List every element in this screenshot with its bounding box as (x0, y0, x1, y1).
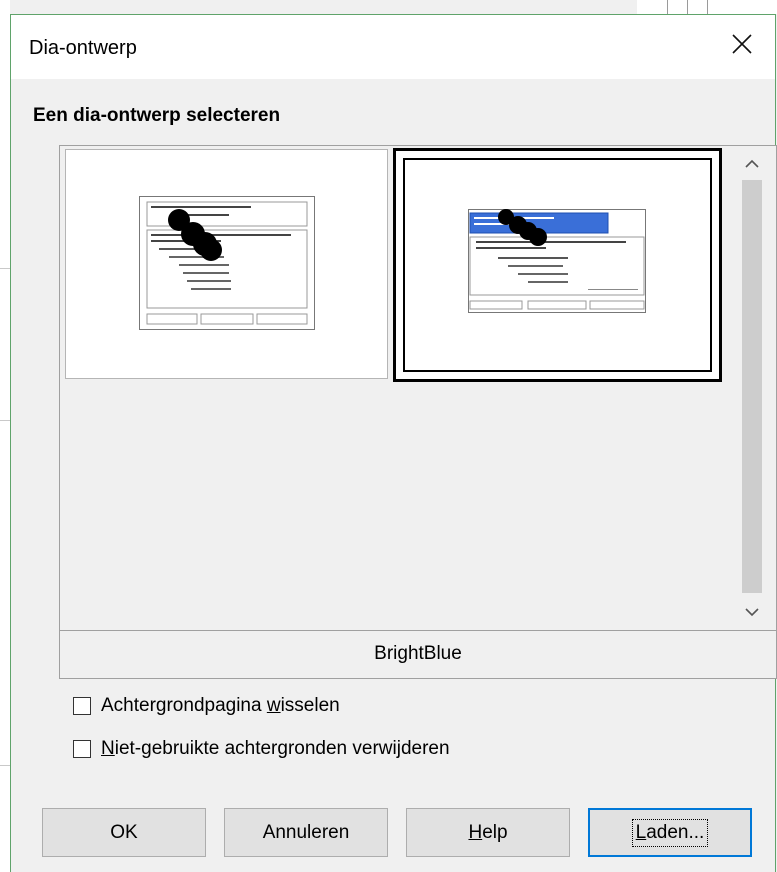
swap-background-checkbox[interactable] (73, 697, 91, 715)
dialog-titlebar: Dia-ontwerp (11, 15, 775, 79)
ok-button-label: OK (110, 821, 138, 843)
cancel-button-label: Annuleren (262, 821, 350, 843)
chevron-down-icon (745, 607, 759, 616)
design-thumbnail-brightblue[interactable] (393, 148, 722, 382)
cancel-button[interactable]: Annuleren (224, 808, 388, 857)
design-thumbnail-default[interactable] (65, 149, 388, 379)
delete-unused-backgrounds-option[interactable]: Niet-gebruikte achtergronden verwijderen (73, 738, 450, 760)
design-gallery: BrightBlue (59, 145, 777, 679)
slide-preview (139, 196, 315, 330)
section-label: Een dia-ontwerp selecteren (33, 105, 281, 126)
close-icon (732, 34, 752, 54)
swap-background-option[interactable]: Achtergrondpagina wisselen (73, 695, 340, 717)
load-button-label: Laden... (631, 818, 709, 847)
slide-preview (468, 209, 646, 313)
scroll-up-button[interactable] (728, 146, 776, 180)
dialog-title: Dia-ontwerp (29, 37, 137, 59)
help-button[interactable]: Help (406, 808, 570, 857)
background-window-edge (0, 0, 10, 872)
scroll-thumb[interactable] (742, 180, 762, 593)
delete-unused-backgrounds-checkbox[interactable] (73, 740, 91, 758)
close-button[interactable] (711, 15, 775, 79)
selected-design-name: BrightBlue (60, 630, 776, 678)
ok-button[interactable]: OK (42, 808, 206, 857)
background-window-fragment (637, 0, 777, 14)
load-button[interactable]: Laden... (588, 808, 752, 857)
design-list (60, 146, 728, 629)
swap-background-label: Achtergrondpagina wisselen (101, 695, 340, 716)
slide-design-dialog: Dia-ontwerp Een dia-ontwerp selecteren B… (10, 14, 777, 872)
gallery-scrollbar[interactable] (728, 146, 776, 629)
help-button-label: Help (468, 821, 508, 843)
scroll-down-button[interactable] (728, 595, 776, 629)
delete-unused-backgrounds-label: Niet-gebruikte achtergronden verwijderen (101, 738, 450, 759)
chevron-up-icon (745, 159, 759, 168)
